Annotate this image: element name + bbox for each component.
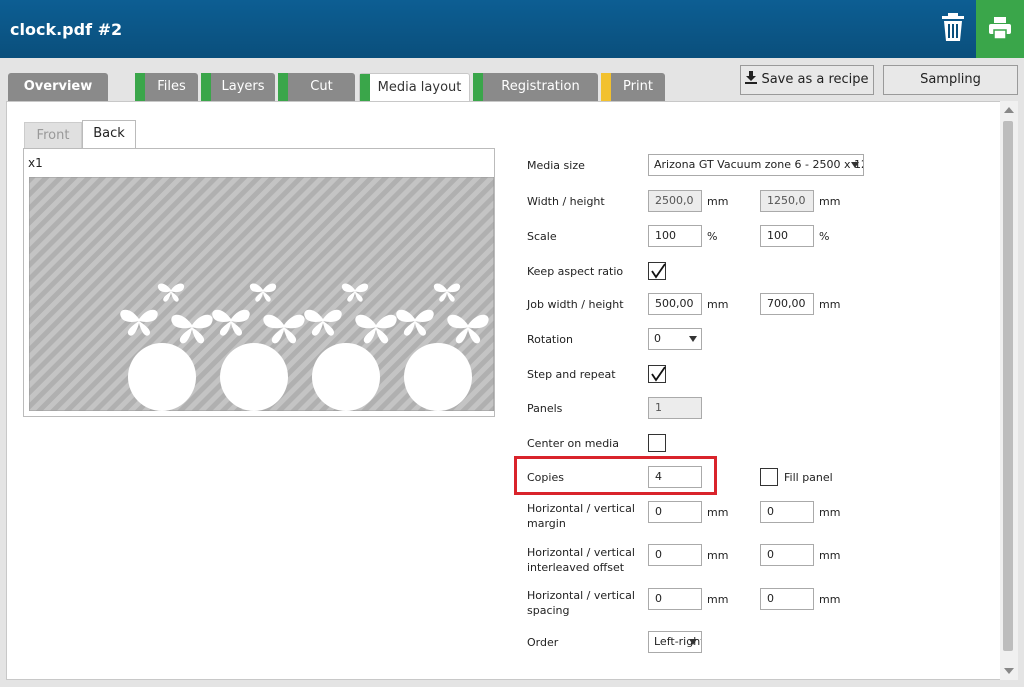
rotation-select[interactable]: 0 bbox=[648, 328, 702, 350]
order-select[interactable]: Left-right bbox=[648, 631, 702, 653]
fill-panel-label: Fill panel bbox=[784, 471, 833, 484]
width-height-label: Width / height bbox=[527, 195, 605, 208]
chevron-down-icon bbox=[689, 336, 697, 342]
scroll-up-icon[interactable] bbox=[1004, 107, 1014, 113]
scroll-down-icon[interactable] bbox=[1004, 668, 1014, 674]
offset-h-input[interactable]: 0 bbox=[648, 544, 702, 566]
unit-label: mm bbox=[707, 298, 729, 311]
unit-label: mm bbox=[819, 298, 841, 311]
unit-label: mm bbox=[819, 506, 841, 519]
scrollbar[interactable] bbox=[1000, 101, 1018, 680]
center-checkbox[interactable] bbox=[648, 434, 666, 452]
tab-status-green bbox=[473, 73, 483, 101]
tab-cut[interactable]: Cut bbox=[278, 73, 355, 101]
job-size-label: Job width / height bbox=[527, 298, 624, 311]
chevron-down-icon bbox=[851, 162, 859, 168]
printer-icon bbox=[989, 17, 1011, 40]
unit-label: mm bbox=[707, 195, 729, 208]
step-repeat-checkbox[interactable] bbox=[648, 365, 666, 383]
step-repeat-label: Step and repeat bbox=[527, 368, 616, 381]
margin-v-input[interactable]: 0 bbox=[760, 501, 814, 523]
media-preview bbox=[29, 177, 494, 411]
media-size-label: Media size bbox=[527, 159, 585, 172]
front-tab[interactable]: Front bbox=[24, 122, 82, 148]
tab-layers[interactable]: Layers bbox=[201, 73, 275, 101]
save-recipe-button[interactable]: Save as a recipe bbox=[740, 65, 874, 95]
tab-overview[interactable]: Overview bbox=[8, 73, 108, 101]
checkmark-icon bbox=[651, 366, 666, 382]
preview-count: x1 bbox=[28, 156, 43, 170]
chevron-down-icon bbox=[689, 639, 697, 645]
spacing-label: Horizontal / vertical spacing bbox=[527, 589, 635, 617]
copies-label: Copies bbox=[527, 471, 564, 484]
scale-y-input[interactable]: 100 bbox=[760, 225, 814, 247]
tab-print[interactable]: Print bbox=[601, 73, 665, 101]
unit-label: mm bbox=[707, 506, 729, 519]
unit-label: mm bbox=[819, 593, 841, 606]
offset-v-input[interactable]: 0 bbox=[760, 544, 814, 566]
tab-status-yellow bbox=[601, 73, 611, 101]
tab-files[interactable]: Files bbox=[135, 73, 198, 101]
margin-h-input[interactable]: 0 bbox=[648, 501, 702, 523]
media-height-field: 1250,0 bbox=[760, 190, 814, 212]
unit-label: % bbox=[707, 230, 718, 243]
margin-label: Horizontal / vertical margin bbox=[527, 502, 635, 530]
back-tab[interactable]: Back bbox=[82, 120, 136, 149]
tab-status-green bbox=[135, 73, 145, 101]
trash-icon[interactable] bbox=[940, 12, 966, 42]
keep-aspect-checkbox[interactable] bbox=[648, 262, 666, 280]
fill-panel-checkbox[interactable] bbox=[760, 468, 778, 486]
tab-status-green bbox=[360, 74, 370, 102]
scale-label: Scale bbox=[527, 230, 557, 243]
app-header: clock.pdf #2 bbox=[0, 0, 1024, 58]
checkmark-icon bbox=[651, 263, 666, 279]
scale-x-input[interactable]: 100 bbox=[648, 225, 702, 247]
unit-label: mm bbox=[819, 195, 841, 208]
job-height-input[interactable]: 700,00 bbox=[760, 293, 814, 315]
window-title: clock.pdf #2 bbox=[10, 20, 123, 39]
copies-input[interactable]: 4 bbox=[648, 466, 702, 488]
keep-aspect-label: Keep aspect ratio bbox=[527, 265, 624, 278]
unit-label: mm bbox=[707, 593, 729, 606]
tab-status-green bbox=[278, 73, 288, 101]
order-label: Order bbox=[527, 636, 559, 649]
spacing-v-input[interactable]: 0 bbox=[760, 588, 814, 610]
tab-status-green bbox=[201, 73, 211, 101]
panels-field: 1 bbox=[648, 397, 702, 419]
unit-label: mm bbox=[707, 549, 729, 562]
spacing-h-input[interactable]: 0 bbox=[648, 588, 702, 610]
offset-label: Horizontal / vertical interleaved offset bbox=[527, 546, 635, 574]
panels-label: Panels bbox=[527, 402, 563, 415]
unit-label: mm bbox=[819, 549, 841, 562]
rotation-label: Rotation bbox=[527, 333, 574, 346]
center-label: Center on media bbox=[527, 437, 619, 450]
print-button[interactable] bbox=[976, 0, 1024, 58]
tab-media-layout[interactable]: Media layout bbox=[359, 73, 470, 102]
scrollbar-thumb[interactable] bbox=[1003, 121, 1013, 651]
media-size-select[interactable]: Arizona GT Vacuum zone 6 - 2500 x 1250 bbox=[648, 154, 864, 176]
job-width-input[interactable]: 500,00 bbox=[648, 293, 702, 315]
media-width-field: 2500,0 bbox=[648, 190, 702, 212]
sampling-button[interactable]: Sampling bbox=[883, 65, 1018, 95]
download-icon bbox=[745, 71, 758, 84]
tab-registration[interactable]: Registration bbox=[473, 73, 598, 101]
unit-label: % bbox=[819, 230, 830, 243]
